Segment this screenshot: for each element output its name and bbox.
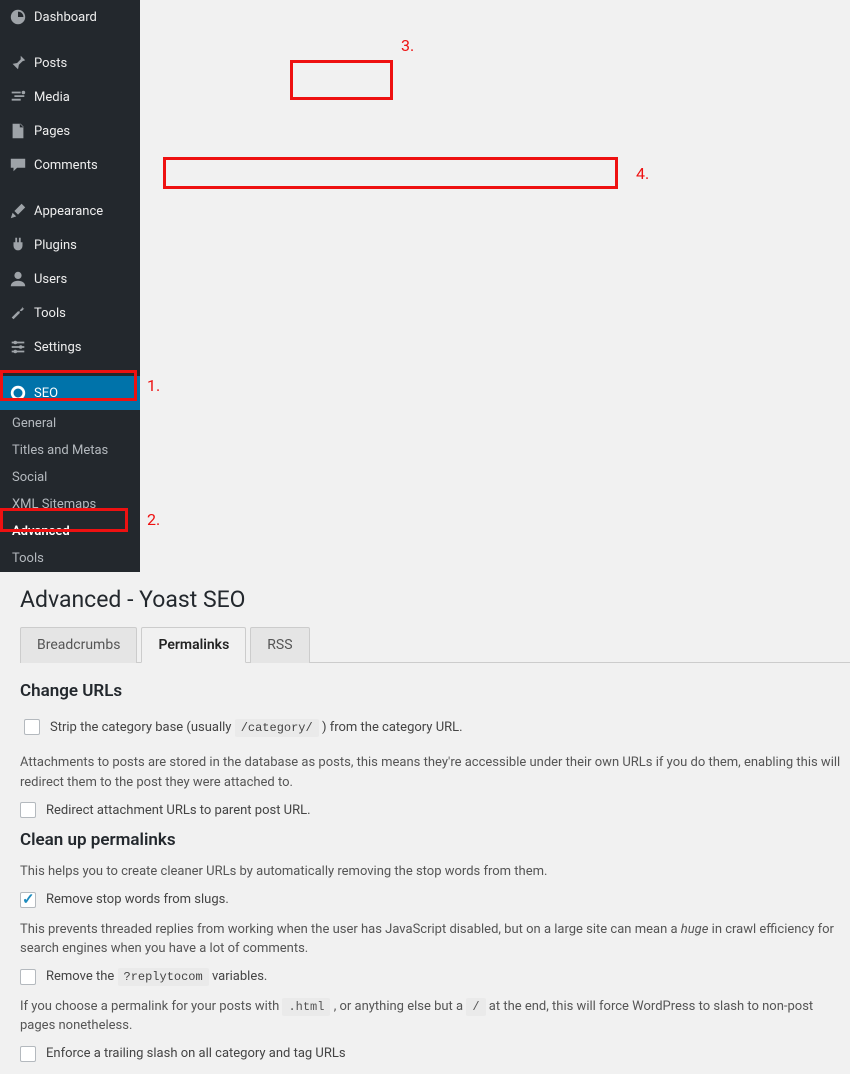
code-category: /category/ bbox=[235, 719, 319, 737]
annotation-label-3: 3. bbox=[401, 36, 414, 55]
option-strip-category: Strip the category base (usually /catego… bbox=[20, 713, 850, 741]
sidebar-label: Comments bbox=[34, 158, 98, 173]
section-change-urls: Change URLs bbox=[20, 681, 850, 701]
checkbox-remove-replytocom[interactable] bbox=[20, 969, 36, 985]
checkbox-remove-stopwords[interactable] bbox=[20, 892, 36, 908]
checkbox-redirect-attach[interactable] bbox=[20, 802, 36, 818]
option-label: Redirect attachment URLs to parent post … bbox=[46, 803, 311, 818]
option-remove-stopwords: Remove stop words from slugs. bbox=[20, 892, 850, 908]
option-remove-replytocom: Remove the ?replytocom variables. bbox=[20, 969, 850, 985]
admin-sidebar: Dashboard Posts Media Pages Comments App… bbox=[0, 0, 140, 572]
desc-slash: If you choose a permalink for your posts… bbox=[20, 997, 850, 1036]
comment-icon bbox=[8, 155, 28, 175]
sidebar-label: Pages bbox=[34, 124, 70, 139]
option-label: Strip the category base (usually /catego… bbox=[50, 720, 463, 735]
option-label: Enforce a trailing slash on all category… bbox=[46, 1046, 346, 1061]
annotation-label-2: 2. bbox=[147, 510, 160, 529]
sidebar-label: Plugins bbox=[34, 238, 77, 253]
checkbox-enforce-slash[interactable] bbox=[20, 1046, 36, 1062]
code-slash: / bbox=[466, 998, 485, 1016]
sidebar-label: SEO bbox=[34, 386, 58, 401]
main-content: Advanced - Yoast SEO Breadcrumbs Permali… bbox=[0, 572, 850, 1074]
desc-attachments: Attachments to posts are stored in the d… bbox=[20, 753, 850, 792]
sidebar-item-comments[interactable]: Comments bbox=[0, 148, 140, 182]
page-title: Advanced - Yoast SEO bbox=[20, 586, 850, 613]
desc-threaded: This prevents threaded replies from work… bbox=[20, 920, 850, 959]
sidebar-sub-titles[interactable]: Titles and Metas bbox=[0, 437, 140, 464]
pin-icon bbox=[8, 53, 28, 73]
sidebar-item-pages[interactable]: Pages bbox=[0, 114, 140, 148]
tab-breadcrumbs[interactable]: Breadcrumbs bbox=[20, 627, 137, 663]
sidebar-sub-general[interactable]: General bbox=[0, 410, 140, 437]
section-cleanup: Clean up permalinks bbox=[20, 830, 850, 850]
brush-icon bbox=[8, 201, 28, 221]
sidebar-item-tools[interactable]: Tools bbox=[0, 296, 140, 330]
user-icon bbox=[8, 269, 28, 289]
checkbox-strip-category[interactable] bbox=[24, 719, 40, 735]
sidebar-item-dashboard[interactable]: Dashboard bbox=[0, 0, 140, 34]
sidebar-item-settings[interactable]: Settings bbox=[0, 330, 140, 364]
annotation-box-3 bbox=[290, 60, 393, 100]
sidebar-sub-tools[interactable]: Tools bbox=[0, 545, 140, 572]
page-icon bbox=[8, 121, 28, 141]
desc-cleanup: This helps you to create cleaner URLs by… bbox=[20, 862, 850, 882]
code-html: .html bbox=[282, 998, 330, 1016]
sidebar-label: Settings bbox=[34, 340, 81, 355]
tab-bar: Breadcrumbs Permalinks RSS bbox=[20, 627, 850, 663]
plug-icon bbox=[8, 235, 28, 255]
wrench-icon bbox=[8, 303, 28, 323]
sidebar-item-plugins[interactable]: Plugins bbox=[0, 228, 140, 262]
option-label: Remove stop words from slugs. bbox=[46, 892, 229, 907]
option-enforce-slash: Enforce a trailing slash on all category… bbox=[20, 1046, 850, 1062]
option-label: Remove the ?replytocom variables. bbox=[46, 969, 267, 984]
option-redirect-attach: Redirect attachment URLs to parent post … bbox=[20, 802, 850, 818]
code-replytocom: ?replytocom bbox=[118, 968, 209, 986]
sidebar-label: Appearance bbox=[34, 204, 103, 219]
seo-icon bbox=[8, 383, 28, 403]
sidebar-item-appearance[interactable]: Appearance bbox=[0, 194, 140, 228]
sidebar-item-seo[interactable]: SEO bbox=[0, 376, 140, 410]
sliders-icon bbox=[8, 337, 28, 357]
dashboard-icon bbox=[8, 7, 28, 27]
annotation-box-4 bbox=[163, 157, 618, 189]
sidebar-label: Posts bbox=[34, 56, 67, 71]
sidebar-item-media[interactable]: Media bbox=[0, 80, 140, 114]
sidebar-label: Dashboard bbox=[34, 10, 97, 25]
tab-permalinks[interactable]: Permalinks bbox=[141, 627, 246, 663]
sidebar-label: Users bbox=[34, 272, 67, 287]
sidebar-sub-advanced[interactable]: Advanced bbox=[0, 518, 140, 545]
sidebar-label: Tools bbox=[34, 306, 66, 321]
sidebar-sub-xml[interactable]: XML Sitemaps bbox=[0, 491, 140, 518]
sidebar-item-users[interactable]: Users bbox=[0, 262, 140, 296]
sidebar-label: Media bbox=[34, 90, 70, 105]
sidebar-item-posts[interactable]: Posts bbox=[0, 46, 140, 80]
annotation-label-4: 4. bbox=[636, 164, 649, 183]
sidebar-sub-social[interactable]: Social bbox=[0, 464, 140, 491]
tab-rss[interactable]: RSS bbox=[250, 627, 309, 663]
annotation-label-1: 1. bbox=[147, 376, 160, 395]
media-icon bbox=[8, 87, 28, 107]
